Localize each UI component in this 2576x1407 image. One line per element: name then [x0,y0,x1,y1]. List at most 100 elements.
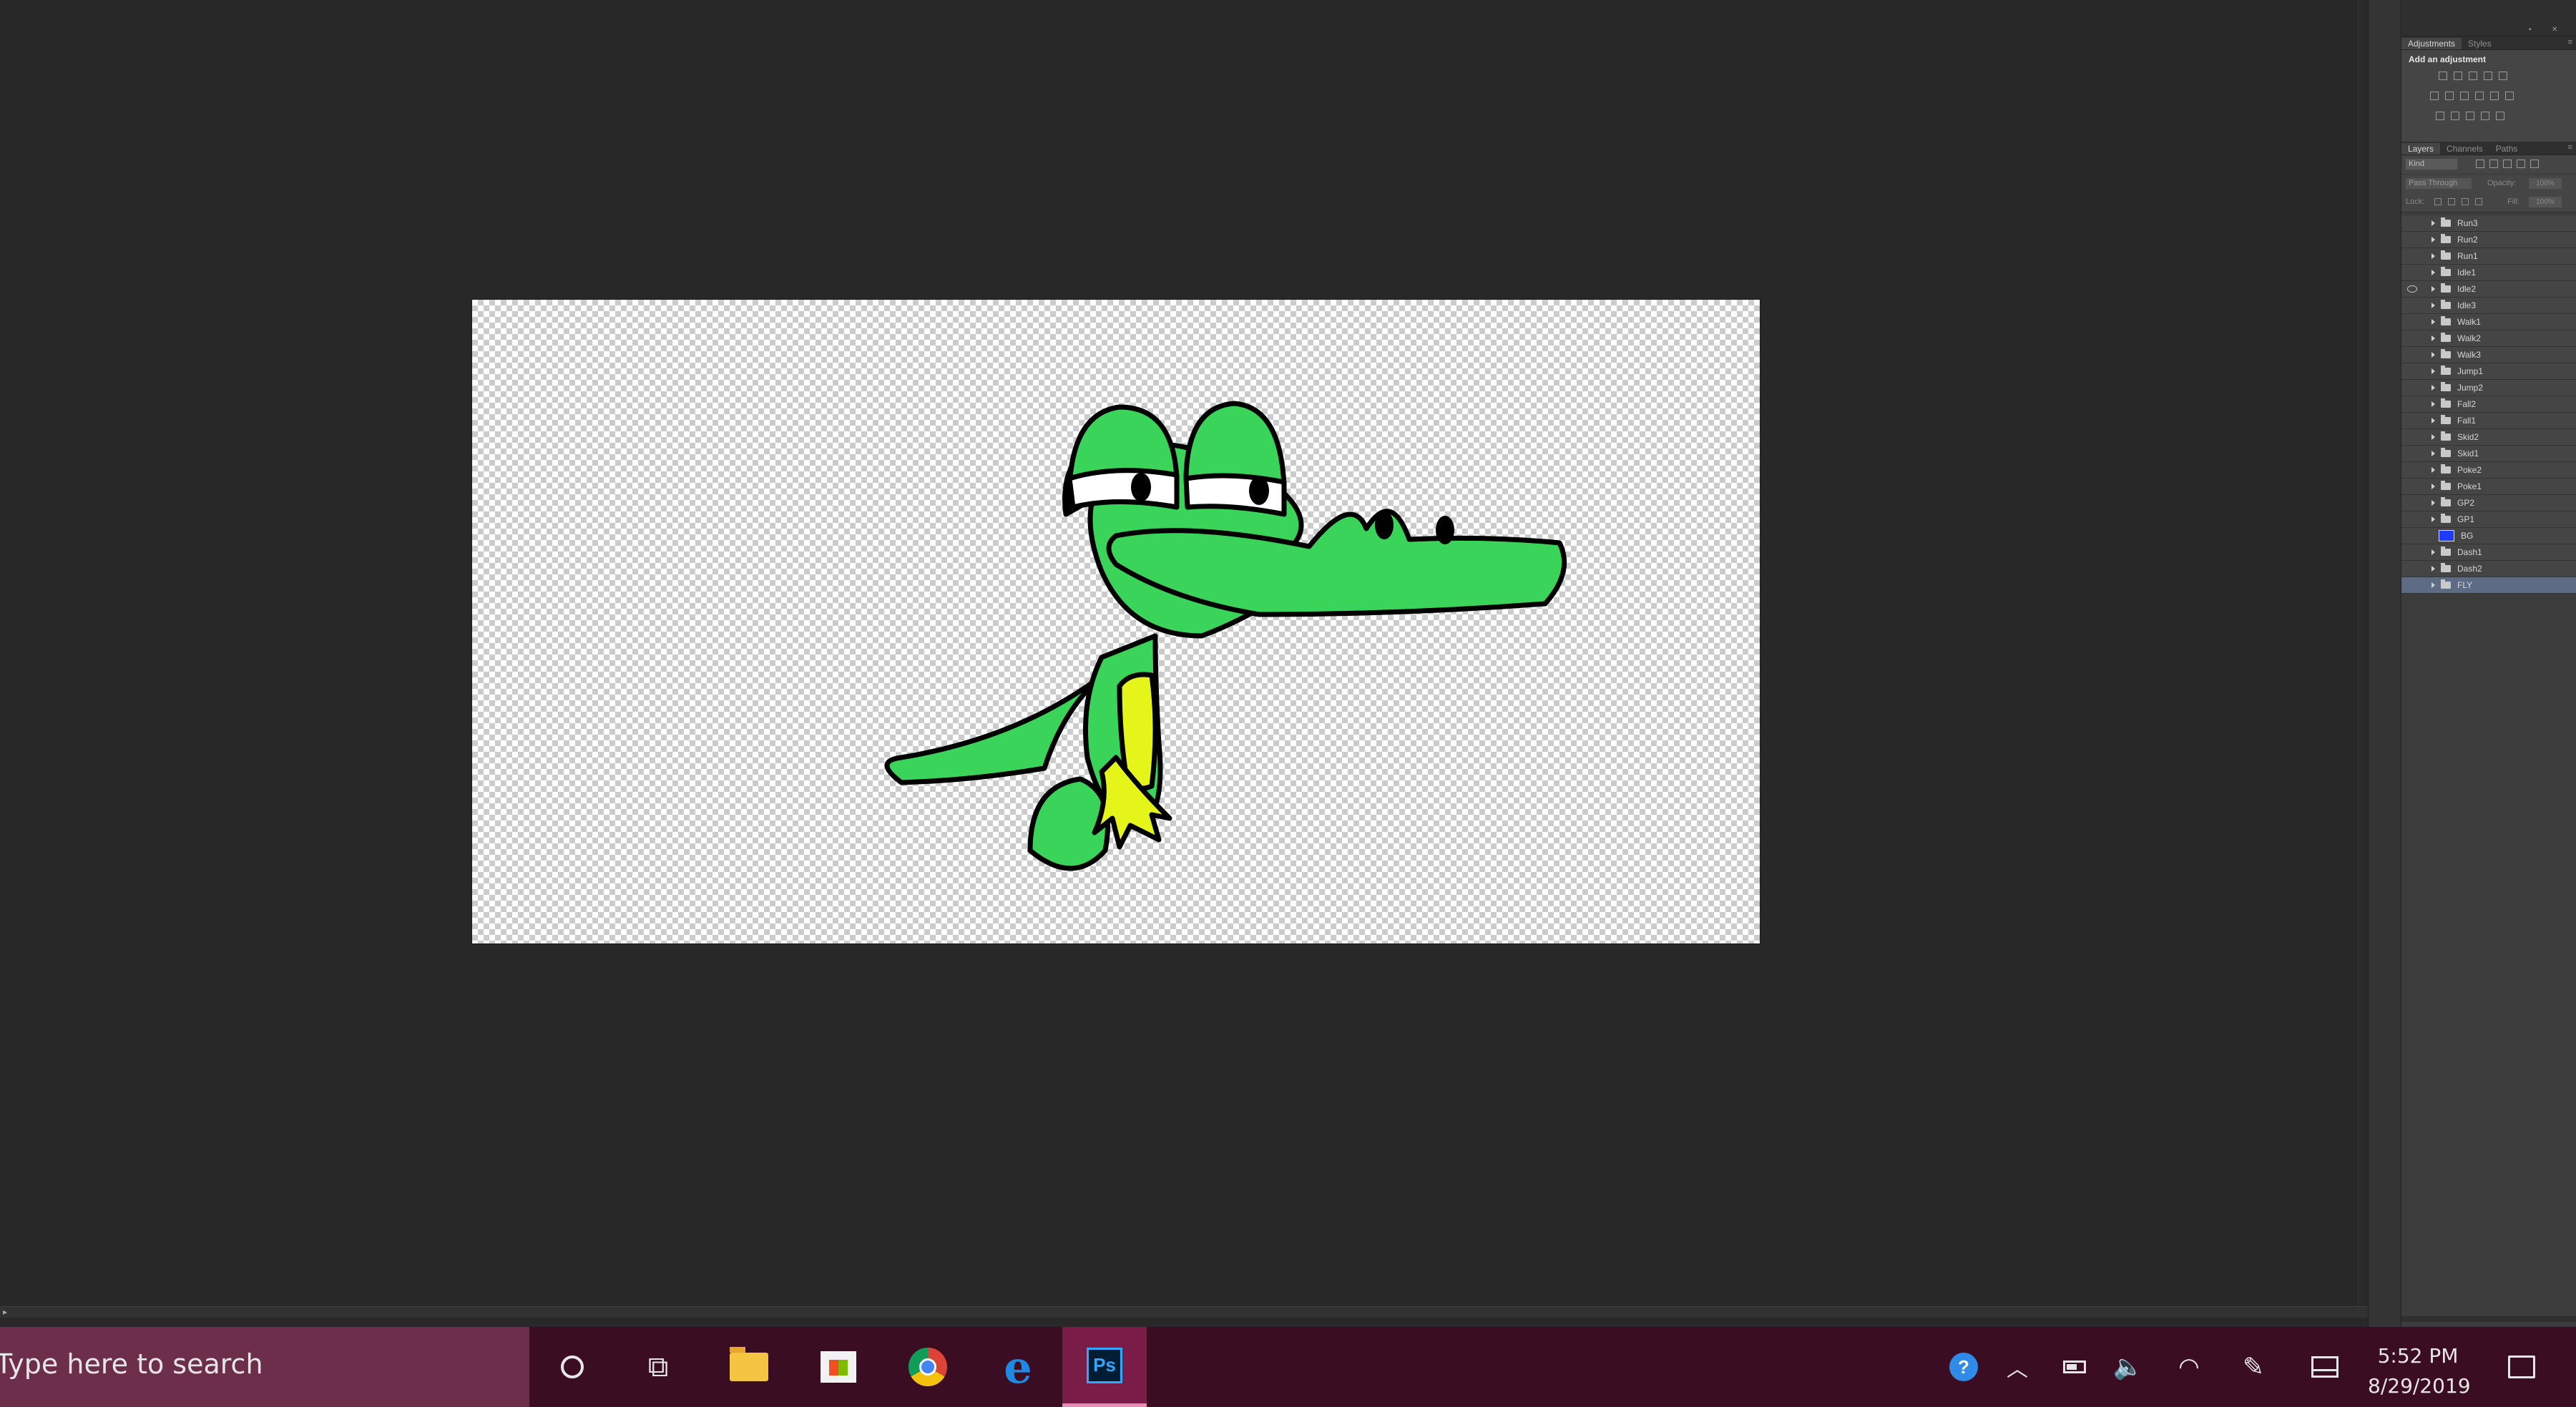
pen-workspace-icon[interactable]: ✎ [2235,1327,2271,1407]
expand-arrow-icon[interactable] [2431,484,2435,489]
layer-row[interactable]: Fall1 [2401,413,2576,429]
channel-mixer-icon[interactable] [2490,92,2499,100]
notification-center-icon[interactable] [2497,1327,2547,1407]
selective-color-icon[interactable] [2496,112,2504,120]
filter-adjustment-icon[interactable] [2489,160,2498,168]
expand-arrow-icon[interactable] [2431,418,2435,423]
help-icon[interactable]: ? [1946,1327,1982,1407]
layer-row[interactable]: Idle1 [2401,265,2576,281]
visibility-eye-icon[interactable] [2407,516,2417,523]
layer-row[interactable]: Jump1 [2401,363,2576,380]
wifi-icon[interactable]: ◠ [2171,1327,2207,1407]
layer-row[interactable]: FLY [2401,577,2576,594]
expand-arrow-icon[interactable] [2431,253,2435,259]
tab-paths[interactable]: Paths [2489,143,2524,155]
visibility-eye-icon[interactable] [2407,302,2417,309]
layer-row[interactable]: Run3 [2401,215,2576,232]
gradient-map-icon[interactable] [2481,112,2489,120]
visibility-eye-icon[interactable] [2407,384,2417,391]
layer-row[interactable]: BG [2401,528,2576,544]
visibility-eye-icon[interactable] [2407,565,2417,572]
visibility-eye-icon[interactable] [2407,368,2417,375]
layer-row[interactable]: GP2 [2401,495,2576,511]
status-arrow-icon[interactable]: ▸ [3,1307,7,1318]
visibility-eye-icon[interactable] [2407,285,2417,293]
collapse-icon[interactable]: ▪ [2529,26,2532,34]
expand-arrow-icon[interactable] [2431,385,2435,391]
expand-arrow-icon[interactable] [2431,237,2435,242]
volume-icon[interactable]: 🔈 [2110,1327,2146,1407]
chrome-icon[interactable] [903,1327,953,1407]
tab-layers[interactable]: Layers [2401,143,2441,155]
microsoft-store-icon[interactable] [813,1327,863,1407]
visibility-eye-icon[interactable] [2407,582,2417,589]
battery-icon[interactable] [2057,1327,2092,1407]
task-view-icon[interactable]: ⧉ [633,1327,683,1407]
expand-arrow-icon[interactable] [2431,335,2435,341]
layer-row[interactable]: GP1 [2401,511,2576,528]
filter-smart-object-icon[interactable] [2530,160,2539,168]
levels-icon[interactable] [2454,72,2462,80]
layer-row[interactable]: Idle3 [2401,298,2576,314]
lock-all-icon[interactable] [2475,198,2482,205]
layer-row[interactable]: Skid1 [2401,446,2576,462]
expand-arrow-icon[interactable] [2431,467,2435,473]
expand-arrow-icon[interactable] [2431,368,2435,374]
chevron-up-icon[interactable]: ︿ [1999,1327,2035,1407]
black-white-icon[interactable] [2460,92,2469,100]
visibility-eye-icon[interactable] [2407,433,2417,441]
taskbar-search-box[interactable]: Type here to search [0,1327,529,1407]
edge-icon[interactable]: e [993,1327,1043,1407]
filter-pixel-icon[interactable] [2476,160,2484,168]
vibrance-icon[interactable] [2499,72,2507,80]
close-icon[interactable]: ✕ [2552,26,2557,34]
layer-row[interactable]: Poke1 [2401,479,2576,495]
visibility-eye-icon[interactable] [2407,220,2417,227]
expand-arrow-icon[interactable] [2431,451,2435,456]
visibility-eye-icon[interactable] [2407,466,2417,474]
layer-row[interactable]: Dash2 [2401,561,2576,577]
expand-arrow-icon[interactable] [2431,319,2435,325]
layer-row[interactable]: Dash1 [2401,544,2576,561]
vertical-scrollbar[interactable] [2358,0,2369,1306]
visibility-eye-icon[interactable] [2407,236,2417,243]
layers-menu-icon[interactable]: ≡ [2568,143,2572,152]
fill-field[interactable]: 100% [2529,197,2562,207]
curves-icon[interactable] [2469,72,2477,80]
blend-mode-select[interactable]: Pass Through [2406,178,2472,189]
expand-arrow-icon[interactable] [2431,286,2435,292]
layer-row[interactable]: Jump2 [2401,380,2576,396]
expand-arrow-icon[interactable] [2431,500,2435,506]
taskbar-clock[interactable]: 5:52 PM 8/29/2019 [2368,1341,2471,1401]
visibility-eye-icon[interactable] [2407,318,2417,325]
visibility-eye-icon[interactable] [2407,351,2417,358]
tab-styles[interactable]: Styles [2462,38,2498,49]
document-canvas[interactable] [472,300,1760,943]
expand-arrow-icon[interactable] [2431,434,2435,440]
tab-adjustments[interactable]: Adjustments [2401,38,2462,49]
visibility-eye-icon[interactable] [2407,401,2417,408]
file-explorer-icon[interactable] [724,1327,774,1407]
lock-transparency-icon[interactable] [2434,198,2442,205]
visibility-eye-icon[interactable] [2407,483,2417,490]
threshold-icon[interactable] [2466,112,2474,120]
filter-type-icon[interactable] [2503,160,2512,168]
brightness-icon[interactable] [2439,72,2447,80]
visibility-eye-icon[interactable] [2407,253,2417,260]
document-workspace[interactable]: ▸ [0,0,2369,1327]
panel-menu-icon[interactable]: ≡ [2568,38,2572,46]
expand-arrow-icon[interactable] [2431,220,2435,226]
cortana-icon[interactable] [547,1327,597,1407]
expand-arrow-icon[interactable] [2431,566,2435,572]
visibility-eye-icon[interactable] [2407,450,2417,457]
color-lookup-icon[interactable] [2505,92,2514,100]
visibility-eye-icon[interactable] [2407,499,2417,506]
layer-row[interactable]: Idle2 [2401,281,2576,298]
tab-channels[interactable]: Channels [2440,143,2489,155]
lock-move-icon[interactable] [2462,198,2469,205]
photo-filter-icon[interactable] [2475,92,2484,100]
photoshop-taskbar-button[interactable]: Ps [1062,1327,1147,1407]
expand-arrow-icon[interactable] [2431,270,2435,275]
visibility-eye-icon[interactable] [2407,549,2417,556]
layer-row[interactable]: Walk1 [2401,314,2576,330]
